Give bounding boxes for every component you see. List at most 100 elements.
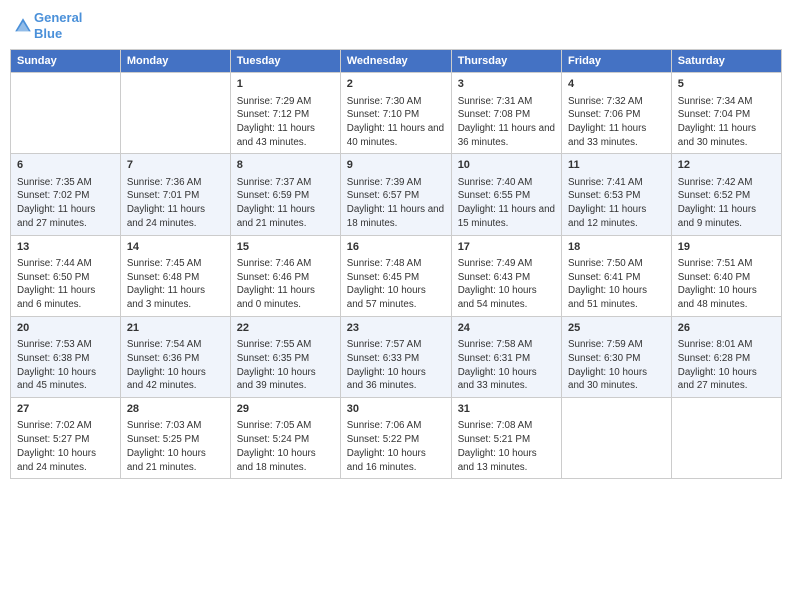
day-number: 21 bbox=[127, 321, 224, 336]
day-info: Sunrise: 7:50 AM Sunset: 6:41 PM Dayligh… bbox=[568, 257, 665, 312]
day-info: Sunrise: 7:49 AM Sunset: 6:43 PM Dayligh… bbox=[458, 257, 555, 312]
col-header-tuesday: Tuesday bbox=[230, 50, 340, 73]
calendar-cell: 28 Sunrise: 7:03 AM Sunset: 5:25 PM Dayli… bbox=[120, 398, 230, 479]
day-info: Sunrise: 7:51 AM Sunset: 6:40 PM Dayligh… bbox=[678, 257, 775, 312]
day-info: Sunrise: 7:46 AM Sunset: 6:46 PM Dayligh… bbox=[237, 257, 334, 312]
calendar-table: SundayMondayTuesdayWednesdayThursdayFrid… bbox=[10, 49, 782, 479]
calendar-cell: 21 Sunrise: 7:54 AM Sunset: 6:36 PM Dayli… bbox=[120, 316, 230, 397]
day-number: 2 bbox=[347, 77, 445, 92]
calendar-cell: 6 Sunrise: 7:35 AM Sunset: 7:02 PM Daylig… bbox=[11, 154, 121, 235]
col-header-saturday: Saturday bbox=[671, 50, 781, 73]
calendar-cell: 9 Sunrise: 7:39 AM Sunset: 6:57 PM Daylig… bbox=[340, 154, 451, 235]
day-number: 1 bbox=[237, 77, 334, 92]
day-number: 10 bbox=[458, 158, 555, 173]
day-number: 23 bbox=[347, 321, 445, 336]
day-info: Sunrise: 7:32 AM Sunset: 7:06 PM Dayligh… bbox=[568, 95, 665, 150]
calendar-week-2: 6 Sunrise: 7:35 AM Sunset: 7:02 PM Daylig… bbox=[11, 154, 782, 235]
calendar-cell bbox=[11, 73, 121, 154]
calendar-week-5: 27Sunrise: 7:02 AM Sunset: 5:27 PM Dayli… bbox=[11, 398, 782, 479]
day-number: 24 bbox=[458, 321, 555, 336]
calendar-cell: 11 Sunrise: 7:41 AM Sunset: 6:53 PM Dayli… bbox=[562, 154, 672, 235]
calendar-cell: 7Sunrise: 7:36 AM Sunset: 7:01 PM Daylig… bbox=[120, 154, 230, 235]
calendar-cell: 3 Sunrise: 7:31 AM Sunset: 7:08 PM Daylig… bbox=[451, 73, 561, 154]
day-info: Sunrise: 7:39 AM Sunset: 6:57 PM Dayligh… bbox=[347, 176, 445, 231]
col-header-friday: Friday bbox=[562, 50, 672, 73]
day-info: Sunrise: 7:45 AM Sunset: 6:48 PM Dayligh… bbox=[127, 257, 224, 312]
day-info: Sunrise: 7:35 AM Sunset: 7:02 PM Dayligh… bbox=[17, 176, 114, 231]
day-number: 17 bbox=[458, 240, 555, 255]
calendar-cell: 20 Sunrise: 7:53 AM Sunset: 6:38 PM Dayli… bbox=[11, 316, 121, 397]
calendar-cell: 2 Sunrise: 7:30 AM Sunset: 7:10 PM Daylig… bbox=[340, 73, 451, 154]
day-number: 14 bbox=[127, 240, 224, 255]
calendar-cell: 19Sunrise: 7:51 AM Sunset: 6:40 PM Dayli… bbox=[671, 235, 781, 316]
day-number: 22 bbox=[237, 321, 334, 336]
day-number: 6 bbox=[17, 158, 114, 173]
calendar-cell: 10 Sunrise: 7:40 AM Sunset: 6:55 PM Dayli… bbox=[451, 154, 561, 235]
day-info: Sunrise: 7:57 AM Sunset: 6:33 PM Dayligh… bbox=[347, 338, 445, 393]
day-info: Sunrise: 7:54 AM Sunset: 6:36 PM Dayligh… bbox=[127, 338, 224, 393]
day-info: Sunrise: 7:30 AM Sunset: 7:10 PM Dayligh… bbox=[347, 95, 445, 150]
day-number: 16 bbox=[347, 240, 445, 255]
day-number: 3 bbox=[458, 77, 555, 92]
day-number: 5 bbox=[678, 77, 775, 92]
calendar-cell: 17 Sunrise: 7:49 AM Sunset: 6:43 PM Dayli… bbox=[451, 235, 561, 316]
day-number: 31 bbox=[458, 402, 555, 417]
logo-text: General Blue bbox=[34, 10, 82, 41]
calendar-week-4: 20 Sunrise: 7:53 AM Sunset: 6:38 PM Dayli… bbox=[11, 316, 782, 397]
calendar-cell: 30 Sunrise: 7:06 AM Sunset: 5:22 PM Dayli… bbox=[340, 398, 451, 479]
day-number: 15 bbox=[237, 240, 334, 255]
calendar-cell: 14 Sunrise: 7:45 AM Sunset: 6:48 PM Dayli… bbox=[120, 235, 230, 316]
day-number: 25 bbox=[568, 321, 665, 336]
calendar-cell: 31 Sunrise: 7:08 AM Sunset: 5:21 PM Dayli… bbox=[451, 398, 561, 479]
calendar-cell: 5 Sunrise: 7:34 AM Sunset: 7:04 PM Daylig… bbox=[671, 73, 781, 154]
col-header-thursday: Thursday bbox=[451, 50, 561, 73]
day-info: Sunrise: 7:53 AM Sunset: 6:38 PM Dayligh… bbox=[17, 338, 114, 393]
calendar-cell: 26Sunrise: 8:01 AM Sunset: 6:28 PM Dayli… bbox=[671, 316, 781, 397]
day-number: 8 bbox=[237, 158, 334, 173]
day-info: Sunrise: 7:03 AM Sunset: 5:25 PM Dayligh… bbox=[127, 419, 224, 474]
day-info: Sunrise: 7:31 AM Sunset: 7:08 PM Dayligh… bbox=[458, 95, 555, 150]
calendar-week-1: 1 Sunrise: 7:29 AM Sunset: 7:12 PM Daylig… bbox=[11, 73, 782, 154]
day-info: Sunrise: 7:48 AM Sunset: 6:45 PM Dayligh… bbox=[347, 257, 445, 312]
calendar-week-3: 13Sunrise: 7:44 AM Sunset: 6:50 PM Dayli… bbox=[11, 235, 782, 316]
day-number: 29 bbox=[237, 402, 334, 417]
day-info: Sunrise: 7:05 AM Sunset: 5:24 PM Dayligh… bbox=[237, 419, 334, 474]
day-number: 28 bbox=[127, 402, 224, 417]
day-number: 4 bbox=[568, 77, 665, 92]
calendar-cell: 25 Sunrise: 7:59 AM Sunset: 6:30 PM Dayli… bbox=[562, 316, 672, 397]
calendar-cell: 16 Sunrise: 7:48 AM Sunset: 6:45 PM Dayli… bbox=[340, 235, 451, 316]
day-number: 9 bbox=[347, 158, 445, 173]
calendar-cell: 8 Sunrise: 7:37 AM Sunset: 6:59 PM Daylig… bbox=[230, 154, 340, 235]
day-info: Sunrise: 7:34 AM Sunset: 7:04 PM Dayligh… bbox=[678, 95, 775, 150]
calendar-cell: 15 Sunrise: 7:46 AM Sunset: 6:46 PM Dayli… bbox=[230, 235, 340, 316]
day-number: 13 bbox=[17, 240, 114, 255]
calendar-cell: 29 Sunrise: 7:05 AM Sunset: 5:24 PM Dayli… bbox=[230, 398, 340, 479]
day-info: Sunrise: 7:59 AM Sunset: 6:30 PM Dayligh… bbox=[568, 338, 665, 393]
day-number: 26 bbox=[678, 321, 775, 336]
col-header-wednesday: Wednesday bbox=[340, 50, 451, 73]
header-row: SundayMondayTuesdayWednesdayThursdayFrid… bbox=[11, 50, 782, 73]
calendar-cell bbox=[562, 398, 672, 479]
logo: General Blue bbox=[14, 10, 82, 41]
calendar-cell: 18 Sunrise: 7:50 AM Sunset: 6:41 PM Dayli… bbox=[562, 235, 672, 316]
day-info: Sunrise: 7:06 AM Sunset: 5:22 PM Dayligh… bbox=[347, 419, 445, 474]
calendar-cell: 22 Sunrise: 7:55 AM Sunset: 6:35 PM Dayli… bbox=[230, 316, 340, 397]
day-number: 20 bbox=[17, 321, 114, 336]
day-info: Sunrise: 7:29 AM Sunset: 7:12 PM Dayligh… bbox=[237, 95, 334, 150]
day-number: 18 bbox=[568, 240, 665, 255]
day-number: 11 bbox=[568, 158, 665, 173]
day-info: Sunrise: 7:37 AM Sunset: 6:59 PM Dayligh… bbox=[237, 176, 334, 231]
day-number: 30 bbox=[347, 402, 445, 417]
day-info: Sunrise: 7:40 AM Sunset: 6:55 PM Dayligh… bbox=[458, 176, 555, 231]
calendar-cell bbox=[671, 398, 781, 479]
calendar-cell: 13Sunrise: 7:44 AM Sunset: 6:50 PM Dayli… bbox=[11, 235, 121, 316]
calendar-cell: 4 Sunrise: 7:32 AM Sunset: 7:06 PM Daylig… bbox=[562, 73, 672, 154]
day-info: Sunrise: 7:55 AM Sunset: 6:35 PM Dayligh… bbox=[237, 338, 334, 393]
day-info: Sunrise: 7:41 AM Sunset: 6:53 PM Dayligh… bbox=[568, 176, 665, 231]
calendar-cell: 23 Sunrise: 7:57 AM Sunset: 6:33 PM Dayli… bbox=[340, 316, 451, 397]
calendar-cell: 1 Sunrise: 7:29 AM Sunset: 7:12 PM Daylig… bbox=[230, 73, 340, 154]
logo-icon bbox=[14, 17, 32, 35]
page-header: General Blue bbox=[10, 10, 782, 41]
day-number: 12 bbox=[678, 158, 775, 173]
day-info: Sunrise: 7:08 AM Sunset: 5:21 PM Dayligh… bbox=[458, 419, 555, 474]
